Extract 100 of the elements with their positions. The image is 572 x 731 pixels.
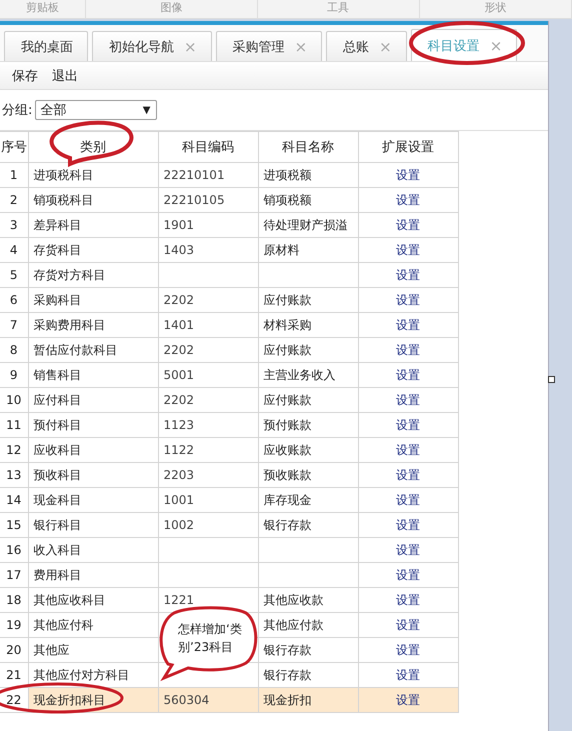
table-cell: 14: [6, 493, 22, 507]
settings-link[interactable]: 设置: [396, 368, 420, 382]
category-cell[interactable]: 收入科目: [28, 538, 158, 562]
column-header: 科目名称: [258, 132, 358, 162]
table-cell: 7: [10, 318, 18, 332]
table-cell: 库存现金: [264, 492, 312, 506]
table-cell: 预收账款: [264, 468, 312, 482]
table-cell: 应付账款: [264, 292, 312, 306]
table-cell: 应收账款: [264, 442, 312, 456]
category-cell[interactable]: 其他应收科目: [28, 588, 158, 612]
category-cell[interactable]: 银行科目: [28, 512, 158, 538]
table-cell: 22210105: [164, 193, 225, 207]
category-cell[interactable]: 现金科目: [28, 488, 158, 512]
settings-link[interactable]: 设置: [396, 642, 420, 656]
settings-link[interactable]: 设置: [396, 468, 420, 482]
category-cell[interactable]: 预收科目: [28, 462, 158, 488]
table-cell: 2202: [164, 343, 194, 357]
table-cell: 1123: [164, 418, 194, 432]
table-cell: 1901: [164, 218, 194, 232]
table-cell: 银行存款: [264, 518, 312, 532]
category-cell[interactable]: 应收科目: [28, 438, 158, 462]
table-cell: 进项税额: [264, 168, 312, 182]
table-cell: 银行存款: [264, 642, 312, 656]
tab[interactable]: 采购管理 ×: [216, 31, 322, 61]
settings-link[interactable]: 设置: [396, 242, 420, 256]
ribbon-group-label: 图像: [86, 0, 258, 18]
table-cell: 15: [6, 518, 22, 532]
table-cell: 13: [6, 468, 22, 482]
ribbon-group-label: 工具: [258, 0, 420, 18]
ribbon-group-label: 剪贴板: [0, 0, 86, 18]
ribbon-group-label: 形状: [420, 0, 572, 18]
settings-link[interactable]: 设置: [396, 542, 420, 556]
table-cell: 2202: [164, 393, 194, 407]
category-cell[interactable]: 差异科目: [28, 212, 158, 238]
table-cell: 1403: [164, 243, 194, 257]
settings-link[interactable]: 设置: [396, 592, 420, 606]
settings-link[interactable]: 设置: [396, 318, 420, 332]
table-cell: 3: [10, 218, 18, 232]
table-cell: 17: [6, 568, 22, 582]
tab[interactable]: 初始化导航 ×: [92, 31, 212, 61]
column-header: 类别: [28, 132, 158, 162]
category-cell[interactable]: 存货对方科目: [28, 262, 158, 288]
settings-link[interactable]: 设置: [396, 342, 420, 356]
category-cell[interactable]: 采购科目: [28, 288, 158, 312]
table-cell: 应付账款: [264, 392, 312, 406]
column-header: 序号: [0, 132, 28, 162]
settings-link[interactable]: 设置: [396, 568, 420, 582]
settings-link[interactable]: 设置: [396, 392, 420, 406]
category-cell[interactable]: 预付科目: [28, 412, 158, 438]
settings-link[interactable]: 设置: [396, 192, 420, 206]
settings-link[interactable]: 设置: [396, 168, 420, 182]
settings-link[interactable]: 设置: [396, 492, 420, 506]
table-cell: 2202: [164, 293, 194, 307]
category-cell[interactable]: 存货科目: [28, 238, 158, 262]
category-cell[interactable]: 销项税科目: [28, 188, 158, 212]
tab[interactable]: 我的桌面: [4, 31, 88, 61]
settings-link[interactable]: 设置: [396, 618, 420, 632]
settings-link[interactable]: 设置: [396, 218, 420, 232]
table-cell: 主营业务收入: [264, 368, 336, 382]
table-cell: 22: [6, 693, 22, 707]
group-dropdown[interactable]: 全部 ▼: [35, 100, 158, 120]
table-cell: 10: [6, 393, 22, 407]
table-cell: 1221: [164, 593, 194, 607]
table-cell: 待处理财产损溢: [264, 218, 348, 232]
toolbar-button[interactable]: 退出: [52, 66, 78, 84]
tab[interactable]: 总账 ×: [326, 31, 407, 61]
settings-link[interactable]: 设置: [396, 292, 420, 306]
table-cell: 预付账款: [264, 418, 312, 432]
category-cell[interactable]: 销售科目: [28, 362, 158, 388]
toolbar-button[interactable]: 保存: [12, 66, 38, 84]
category-cell[interactable]: 暂估应付款科目: [28, 338, 158, 362]
settings-link[interactable]: 设置: [396, 418, 420, 432]
settings-link[interactable]: 设置: [396, 668, 420, 682]
table-cell: 22210101: [164, 168, 225, 182]
dropdown-arrow-icon[interactable]: ▼: [142, 104, 150, 116]
column-header: 科目编码: [158, 132, 258, 162]
table-cell: 16: [6, 543, 22, 557]
resize-handle[interactable]: [548, 376, 555, 383]
category-cell[interactable]: 其他应付科: [28, 612, 158, 638]
table-cell: 6: [10, 293, 18, 307]
table-cell: 应付账款: [264, 342, 312, 356]
table-cell: 5: [10, 268, 18, 282]
table-cell: 2: [10, 193, 18, 207]
column-header: 扩展设置: [358, 132, 458, 162]
settings-link[interactable]: 设置: [396, 268, 420, 282]
settings-link[interactable]: 设置: [396, 518, 420, 532]
table-cell: 21: [6, 668, 22, 682]
settings-link[interactable]: 设置: [396, 692, 420, 706]
settings-link[interactable]: 设置: [396, 442, 420, 456]
table-cell: 2203: [164, 468, 194, 482]
table-cell: 560304: [164, 693, 210, 707]
table-cell: 20: [6, 643, 22, 657]
category-cell[interactable]: 其他应: [28, 638, 158, 662]
category-cell[interactable]: 进项税科目: [28, 162, 158, 188]
table-cell: 原材料: [264, 242, 300, 256]
category-cell[interactable]: 费用科目: [28, 562, 158, 588]
table-cell: 现金折扣: [264, 692, 312, 706]
table-cell: 11: [6, 418, 22, 432]
category-cell[interactable]: 采购费用科目: [28, 312, 158, 338]
category-cell[interactable]: 应付科目: [28, 388, 158, 412]
